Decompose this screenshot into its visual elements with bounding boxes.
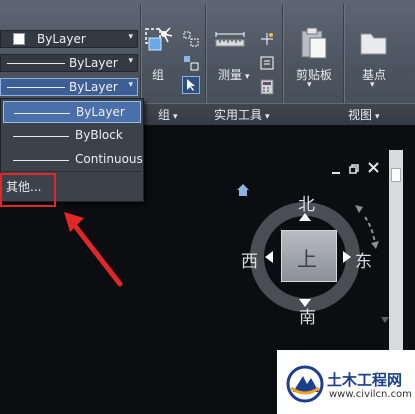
- clipboard-icon[interactable]: [298, 26, 330, 60]
- scrollbar-thumb[interactable]: [391, 168, 401, 182]
- chevron-down-icon: ▾: [128, 56, 133, 66]
- measure-button-label: 测量 ▾: [218, 68, 250, 82]
- watermark-url: www.civilcn.com: [329, 389, 412, 400]
- menu-item-byblock[interactable]: ByBlock: [3, 125, 141, 147]
- linetype-dropdown-value: ByLayer: [69, 80, 118, 94]
- compass-west-label[interactable]: 西: [241, 247, 258, 272]
- line-preview: [13, 136, 69, 137]
- minimize-icon[interactable]: [331, 160, 341, 174]
- compass-east-label[interactable]: 东: [355, 247, 372, 272]
- group-button-label: 组: [152, 68, 165, 82]
- east-arrow-icon[interactable]: [343, 251, 353, 263]
- menu-item-bylayer[interactable]: ByLayer: [3, 101, 141, 123]
- calculator-icon[interactable]: [258, 78, 276, 96]
- restore-icon[interactable]: [349, 159, 359, 174]
- highlight-box: [0, 173, 56, 207]
- group-edit-icon[interactable]: [182, 54, 200, 72]
- compass-north-label[interactable]: 北: [298, 190, 315, 215]
- line-preview: [14, 113, 70, 114]
- close-icon[interactable]: [368, 158, 379, 173]
- chevron-down-icon: ▾: [128, 32, 133, 42]
- locate-point-icon[interactable]: [258, 30, 276, 48]
- lineweight-preview: [7, 63, 65, 64]
- panel-label-view[interactable]: 视图 ▾: [348, 106, 380, 123]
- watermark-title: 土木工程网: [327, 371, 403, 389]
- chevron-down-icon: ▾: [128, 80, 133, 90]
- color-swatch: [13, 33, 25, 45]
- measure-icon[interactable]: [214, 30, 246, 56]
- color-dropdown-value: ByLayer: [37, 32, 86, 46]
- panel-label-utilities[interactable]: 实用工具 ▾: [214, 106, 270, 123]
- clipboard-dropdown-arrow[interactable]: ▾: [307, 80, 312, 90]
- linetype-dropdown[interactable]: ByLayer ▾: [0, 78, 138, 96]
- linetype-preview: [7, 87, 65, 88]
- viewcube-face-top[interactable]: 上: [281, 230, 337, 282]
- watermark-logo-icon: [286, 365, 324, 403]
- color-dropdown[interactable]: ByLayer ▾: [0, 30, 138, 48]
- base-point-icon[interactable]: [358, 30, 388, 58]
- base-point-dropdown-arrow[interactable]: ▾: [370, 80, 375, 90]
- ungroup-icon[interactable]: [182, 30, 200, 48]
- lineweight-dropdown[interactable]: ByLayer ▾: [0, 54, 138, 72]
- lineweight-dropdown-value: ByLayer: [69, 56, 118, 70]
- watermark: 土木工程网 www.civilcn.com: [277, 350, 415, 414]
- line-preview: [13, 160, 69, 161]
- compass-south-label[interactable]: 南: [299, 303, 316, 328]
- annotation-arrow: [64, 212, 123, 287]
- clipboard-button-label: 剪贴板: [296, 68, 333, 82]
- west-arrow-icon[interactable]: [265, 251, 275, 263]
- group-icon[interactable]: [144, 26, 174, 56]
- home-icon[interactable]: [236, 182, 250, 196]
- panel-label-group[interactable]: 组 ▾: [158, 106, 178, 123]
- group-selection-icon[interactable]: [182, 76, 200, 94]
- menu-item-continuous[interactable]: Continuous: [3, 149, 143, 171]
- quick-select-icon[interactable]: [258, 54, 276, 72]
